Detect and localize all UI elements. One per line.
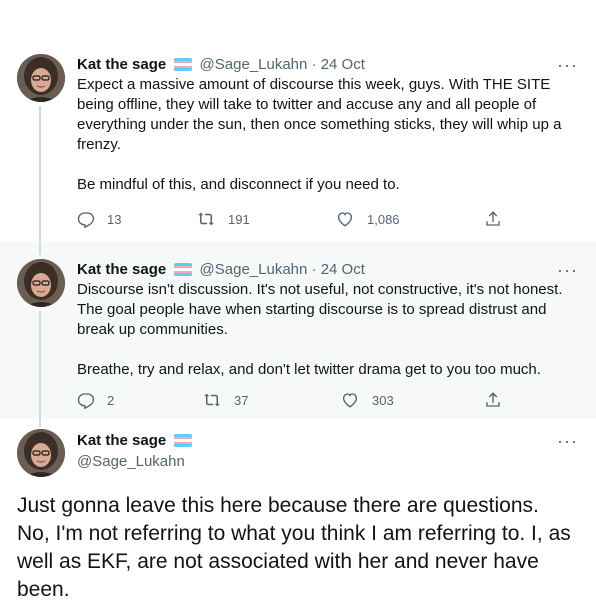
- tweet-text: Discourse isn't discussion. It's not use…: [77, 280, 577, 380]
- share-icon: [486, 211, 500, 226]
- tweet-date[interactable]: 24 Oct: [321, 56, 365, 73]
- author-handle[interactable]: @Sage_Lukahn: [77, 453, 185, 470]
- trans-flag-icon: [174, 58, 193, 71]
- tweet[interactable]: Kat the sage @Sage_Lukahn · 24 Oct ··· E…: [0, 36, 596, 241]
- like-icon: [337, 212, 353, 227]
- like-count: 1,086: [367, 211, 400, 227]
- more-icon[interactable]: ···: [557, 261, 578, 279]
- share-button[interactable]: [484, 391, 514, 409]
- tweet-text: Just gonna leave this here because there…: [17, 494, 571, 601]
- retweet-icon: [198, 212, 214, 226]
- separator: ·: [311, 56, 317, 73]
- tweet-paragraph: Breathe, try and relax, and don't let tw…: [77, 361, 541, 378]
- retweet-count: 37: [234, 392, 249, 408]
- reply-button[interactable]: 2: [77, 391, 114, 409]
- like-button[interactable]: 303: [340, 391, 394, 409]
- like-button[interactable]: 1,086: [335, 210, 400, 228]
- author-handle[interactable]: @Sage_Lukahn: [200, 56, 308, 73]
- reply-icon: [77, 393, 95, 409]
- share-button[interactable]: [484, 210, 514, 228]
- reply-icon: [77, 212, 95, 228]
- reply-button[interactable]: 13: [77, 210, 121, 228]
- tweet-text: Expect a massive amount of discourse thi…: [77, 75, 577, 195]
- tweet-header: Kat the sage: [77, 431, 195, 451]
- avatar[interactable]: [17, 429, 65, 477]
- tweet-paragraph: Discourse isn't discussion. It's not use…: [77, 281, 563, 338]
- retweet-count: 191: [228, 211, 250, 227]
- reply-count: 13: [107, 211, 122, 227]
- more-icon[interactable]: ···: [557, 432, 578, 450]
- tweet-paragraph: Be mindful of this, and disconnect if yo…: [77, 176, 400, 193]
- like-count: 303: [372, 392, 394, 408]
- like-icon: [342, 393, 358, 408]
- author-name[interactable]: Kat the sage: [77, 432, 166, 449]
- share-icon: [486, 392, 500, 407]
- separator: ·: [311, 261, 317, 278]
- tweet-thread: Kat the sage @Sage_Lukahn · 24 Oct ··· E…: [0, 0, 596, 614]
- action-bar: 2 37 303: [77, 391, 507, 411]
- author-name[interactable]: Kat the sage: [77, 56, 166, 73]
- thread-line: [39, 311, 41, 419]
- tweet-header: Kat the sage @Sage_Lukahn · 24 Oct: [77, 55, 365, 75]
- trans-flag-icon: [174, 434, 193, 447]
- author-name[interactable]: Kat the sage: [77, 261, 166, 278]
- retweet-icon: [204, 393, 220, 407]
- trans-flag-icon: [174, 263, 193, 276]
- author-handle[interactable]: @Sage_Lukahn: [200, 261, 308, 278]
- avatar[interactable]: [17, 54, 65, 102]
- retweet-button[interactable]: 37: [202, 391, 248, 409]
- tweet-paragraph: Expect a massive amount of discourse thi…: [77, 76, 562, 153]
- focused-tweet[interactable]: Kat the sage @Sage_Lukahn ··· Just gonna…: [0, 419, 596, 614]
- tweet[interactable]: Kat the sage @Sage_Lukahn · 24 Oct ··· D…: [0, 241, 596, 419]
- thread-line: [39, 241, 41, 255]
- thread-line: [39, 106, 41, 241]
- thread-line: [39, 419, 41, 427]
- tweet-header: Kat the sage @Sage_Lukahn · 24 Oct: [77, 260, 365, 280]
- action-bar: 13 191 1,086: [77, 210, 507, 230]
- reply-count: 2: [107, 392, 115, 408]
- retweet-button[interactable]: 191: [196, 210, 250, 228]
- avatar[interactable]: [17, 259, 65, 307]
- more-icon[interactable]: ···: [557, 56, 578, 74]
- tweet-date[interactable]: 24 Oct: [321, 261, 365, 278]
